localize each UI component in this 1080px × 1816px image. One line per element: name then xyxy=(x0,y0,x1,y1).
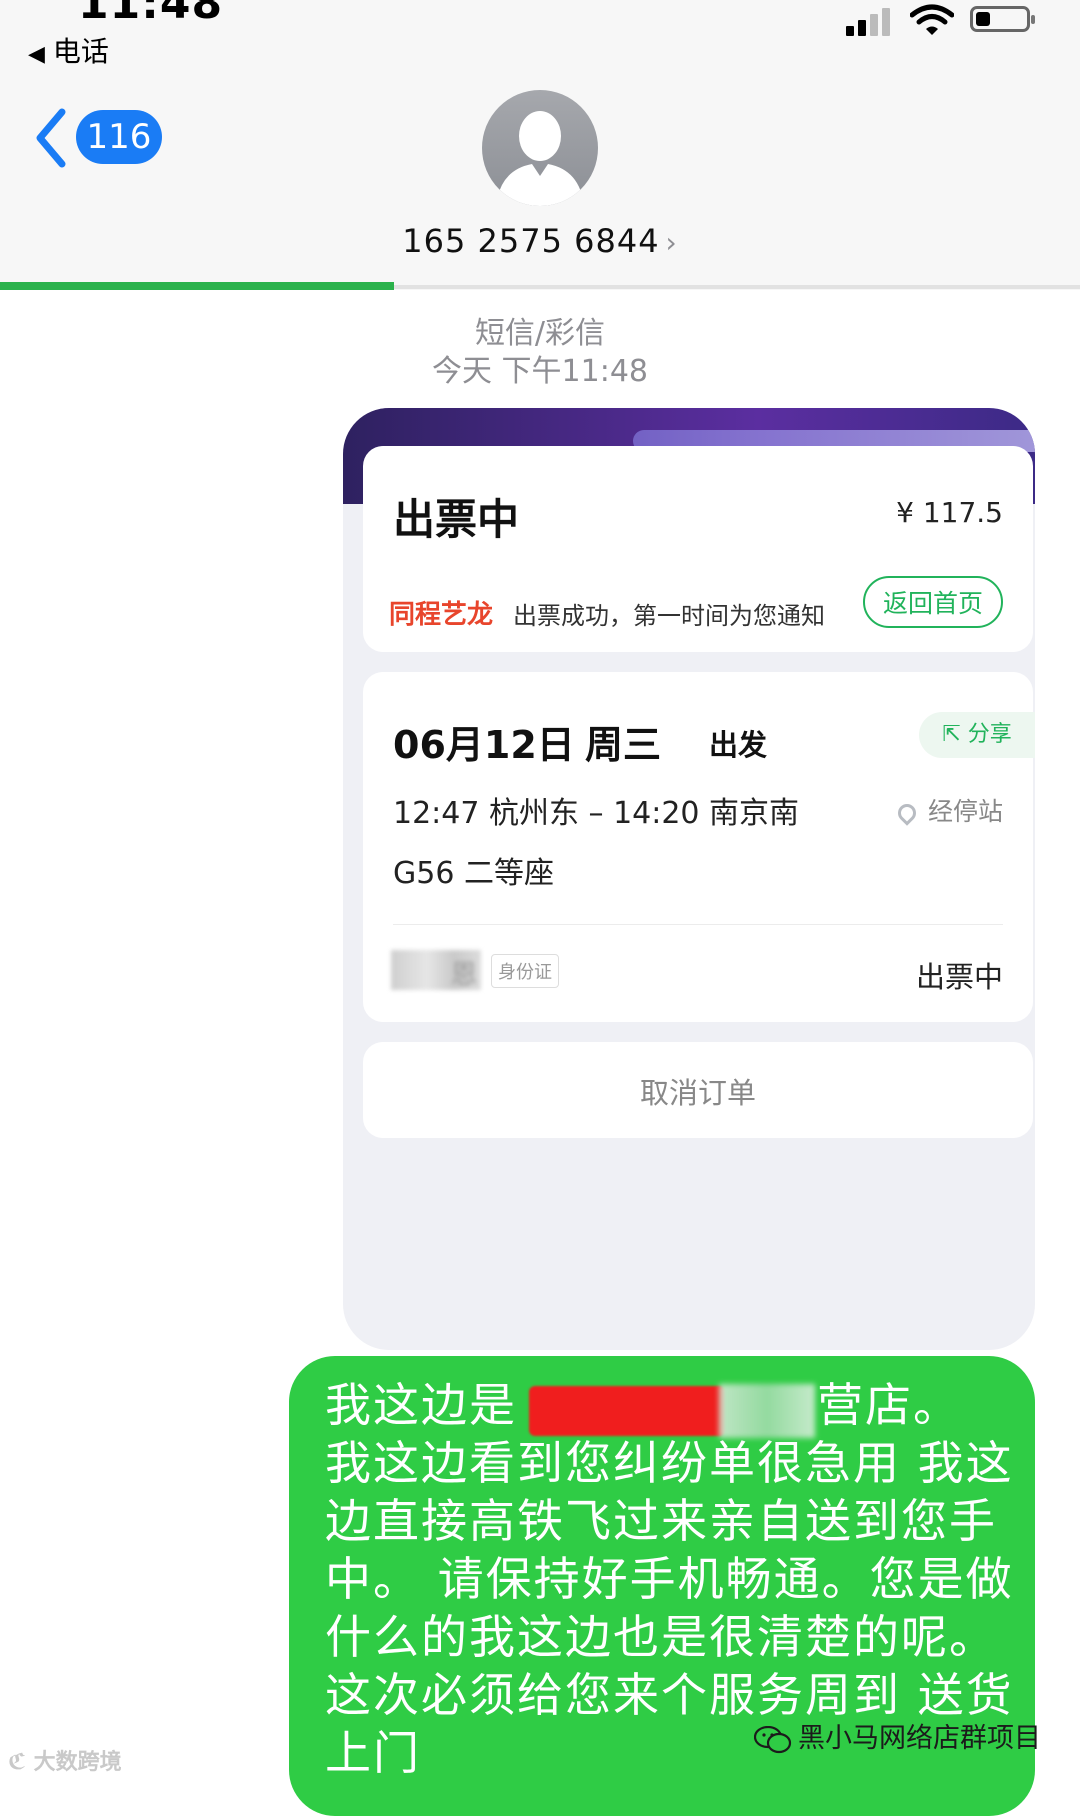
trip-weekday: 周三 xyxy=(585,723,662,767)
watermark-left: ℭ 大数跨境 xyxy=(8,1750,122,1775)
contact-number[interactable]: 165 2575 6844 › xyxy=(0,222,1080,260)
message-text-start: 我这边是 xyxy=(325,1378,517,1432)
contact-number-text: 165 2575 6844 xyxy=(402,222,660,260)
unread-count-badge[interactable]: 116 xyxy=(76,110,162,164)
message-timestamp: 今天 下午11:48 xyxy=(432,354,648,389)
share-label: 分享 xyxy=(967,722,1012,747)
depart-label: 出发 xyxy=(709,728,768,762)
passenger-name-blurred: 恩 xyxy=(391,950,481,990)
back-triangle-icon: ◀ xyxy=(28,42,45,67)
watermark-right: 黑小马网络店群项目 xyxy=(754,1716,1041,1755)
back-chevron-icon[interactable] xyxy=(34,108,68,168)
cancel-order-button[interactable]: 取消订单 xyxy=(363,1070,1033,1112)
stops-label: 经停站 xyxy=(927,797,1003,826)
watermark-right-text: 黑小马网络店群项目 xyxy=(798,1723,1041,1754)
share-button[interactable]: ⇱ 分享 xyxy=(919,712,1035,758)
order-notice: 出票成功，第一时间为您通知 xyxy=(513,602,825,630)
trip-date: 06月12日 xyxy=(393,723,575,767)
contact-avatar-icon[interactable] xyxy=(482,90,598,206)
signal-icon xyxy=(846,8,898,36)
share-icon: ⇱ xyxy=(942,722,968,747)
brand-logo: 同程艺龙 xyxy=(389,600,494,630)
id-type-tag: 身份证 xyxy=(491,954,559,988)
image-message-bubble[interactable]: 出票中 ¥ 117.5 同程艺龙 出票成功，第一时间为您通知 返回首页 06月1… xyxy=(343,408,1035,1350)
divider xyxy=(393,924,1003,925)
back-app-label: 电话 xyxy=(52,35,109,68)
load-progress-bar xyxy=(0,282,395,290)
back-to-app-link[interactable]: ◀ 电话 xyxy=(28,30,109,70)
order-price: ¥ 117.5 xyxy=(896,496,1003,529)
location-pin-icon xyxy=(894,800,920,826)
trip-detail-card: 06月12日 周三 出发 ⇱ 分享 12:47 杭州东 – 14:20 南京南 … xyxy=(363,672,1035,1022)
redaction-blur xyxy=(719,1384,815,1438)
order-status-card: 出票中 ¥ 117.5 同程艺龙 出票成功，第一时间为您通知 返回首页 xyxy=(363,446,1033,652)
order-status-title: 出票中 xyxy=(393,495,520,544)
battery-icon xyxy=(970,6,1035,32)
cancel-order-card[interactable]: 取消订单 xyxy=(363,1042,1033,1138)
redaction-mark xyxy=(529,1386,725,1436)
trip-route: 12:47 杭州东 – 14:20 南京南 xyxy=(393,796,800,831)
return-home-button[interactable]: 返回首页 xyxy=(863,576,1003,628)
status-time: 11:48 xyxy=(78,0,224,29)
stops-link[interactable]: 经停站 xyxy=(894,792,1003,828)
wifi-icon xyxy=(910,4,954,35)
ticket-status: 出票中 xyxy=(915,960,1003,994)
chevron-right-icon: › xyxy=(665,226,678,259)
wechat-icon xyxy=(754,1725,792,1753)
train-seat: G56 二等座 xyxy=(393,856,554,891)
